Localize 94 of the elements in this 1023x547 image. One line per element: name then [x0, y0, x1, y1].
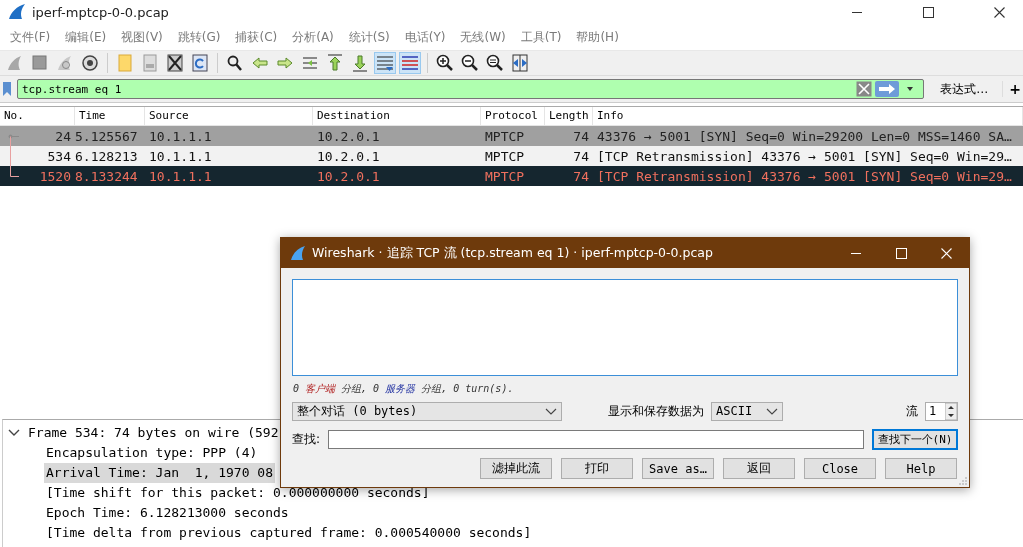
display-filter-field[interactable]: tcp.stream eq 1 [17, 79, 925, 99]
table-cell-text: 74 [572, 128, 590, 144]
tree-item[interactable]: Encapsulation type: PPP (4) [44, 443, 260, 463]
tree-item[interactable]: Epoch Time: 6.128213000 seconds [44, 503, 291, 523]
find-label: 查找: [292, 430, 321, 448]
dialog-button[interactable]: Save as… [642, 458, 714, 479]
shark-fin-icon [8, 3, 26, 21]
column-header[interactable]: Info [593, 107, 1023, 125]
stream-label: 流 [906, 402, 918, 420]
table-cell-text: 74 [572, 168, 590, 184]
menu-item[interactable]: 文件(F) [2, 28, 58, 46]
toolbar-button[interactable] [164, 52, 186, 74]
reload-icon [190, 53, 210, 73]
clear-icon[interactable] [856, 81, 873, 97]
menu-item[interactable]: 无线(W) [452, 28, 513, 46]
resize-columns-icon [510, 53, 530, 73]
stream-spinbox[interactable]: 1 [925, 401, 958, 421]
dialog-button[interactable]: Help [885, 458, 957, 479]
table-cell-text: 10.2.0.1 [316, 168, 381, 184]
table-cell-text: 10.1.1.1 [148, 148, 213, 164]
table-cell: 24 [55, 128, 71, 144]
menu-item[interactable]: 工具(T) [512, 28, 569, 46]
table-cell-text: MPTCP [484, 128, 526, 144]
packet-row[interactable]: 534 6.128213 10.1.1.1 10.2.0.1 MPTCP 74 [TCP Retransmission] 43376 → 5001 [SYN] Seq=0 Win=29… [0, 146, 1023, 166]
dropdown-caret-icon [766, 407, 778, 415]
zoom-in-icon [435, 53, 455, 73]
dialog-button[interactable]: 滤掉此流 [480, 458, 552, 479]
shark-fin-icon [290, 245, 306, 261]
menu-item[interactable]: 分析(A) [284, 28, 341, 46]
table-cell-text: 74 [572, 148, 590, 164]
format-dropdown[interactable]: ASCII [711, 401, 783, 421]
column-header[interactable]: Protocol [481, 107, 545, 125]
table-cell-text: 8.133244 [75, 168, 139, 184]
folder-icon [115, 53, 135, 73]
down-arrow-icon [350, 53, 370, 73]
table-cell-text: [TCP Retransmission] 43376 → 5001 [SYN] Seq=0 Win=29… [596, 168, 1013, 184]
table-cell-text: 5.125567 [75, 128, 139, 144]
find-field[interactable] [328, 429, 864, 449]
dropdown-caret-icon [545, 407, 557, 415]
menu-item[interactable]: 视图(V) [113, 28, 170, 46]
column-header[interactable]: Length [545, 107, 593, 125]
column-header[interactable]: Time [75, 107, 145, 125]
table-cell: 534 [47, 148, 71, 164]
table-cell-text: [TCP Retransmission] 43376 → 5001 [SYN] Seq=0 Win=29… [596, 148, 1013, 164]
table-cell-text: 43376 → 5001 [SYN] Seq=0 Win=29200 Len=0 MSS=1460 SA… [596, 128, 1013, 144]
column-header[interactable]: No. [0, 107, 75, 125]
menu-item[interactable]: 跳转(G) [169, 28, 228, 46]
summary-text: 0 客户端 分组, 0 服务器 分组, 0 turn(s). [293, 383, 514, 394]
close-file-icon [165, 53, 185, 73]
menu-item[interactable]: 捕获(C) [227, 28, 285, 46]
autoscroll-icon [375, 53, 395, 73]
menu-item[interactable]: 编辑(E) [57, 28, 114, 46]
colorize-icon [400, 53, 420, 73]
column-header[interactable]: Source [145, 107, 313, 125]
conversation-line-icon [8, 134, 19, 177]
dialog-title: Wireshark · 追踪 TCP 流 (tcp.stream eq 1) · iperf-mptcp-0-0.pcap [312, 244, 714, 262]
tree-item[interactable]: [Time shift for this packet: 0.000000000 seconds] [44, 483, 432, 503]
close-icon[interactable] [994, 6, 1005, 18]
add-button[interactable]: + [1002, 81, 1021, 97]
tree-item[interactable]: [Time delta from previous captured frame: 0.000540000 seconds] [44, 523, 534, 543]
packet-row[interactable]: 24 5.125567 10.1.1.1 10.2.0.1 MPTCP 74 43376 → 5001 [SYN] Seq=0 Win=29200 Len=0 MSS=1460 SA… [0, 126, 1023, 146]
table-cell-text: 6.128213 [75, 148, 139, 164]
stream-text-area[interactable] [292, 279, 958, 376]
zoom-reset-icon [485, 53, 505, 73]
dialog-button[interactable]: 打印 [561, 458, 633, 479]
table-cell-text: 10.1.1.1 [148, 128, 213, 144]
table-cell-text: 10.2.0.1 [316, 148, 381, 164]
expression-button[interactable]: 表达式… [930, 80, 997, 98]
conversation-dropdown[interactable]: 整个对话 (0 bytes) [292, 401, 562, 421]
menu-item[interactable]: 统计(S) [340, 28, 397, 46]
search-icon [225, 53, 245, 73]
dialog-button[interactable]: 返回 [723, 458, 795, 479]
stop-icon [30, 53, 50, 73]
bookmark-icon[interactable] [3, 82, 11, 96]
table-cell: 1520 [39, 168, 71, 184]
table-cell-text: MPTCP [484, 148, 526, 164]
tree-item[interactable]: Arrival Time: Jan 1, 1970 08 [44, 463, 275, 483]
up-arrow-icon [325, 53, 345, 73]
menu-item[interactable]: 帮助(H) [568, 28, 626, 46]
table-cell-text: MPTCP [484, 168, 526, 184]
dialog-button[interactable]: Close [804, 458, 876, 479]
window-title: iperf-mptcp-0-0.pcap [32, 4, 170, 20]
maximize-icon[interactable] [923, 6, 934, 18]
column-header[interactable]: Destination [313, 107, 481, 125]
zoom-out-icon [460, 53, 480, 73]
resize-grip-icon[interactable] [959, 477, 967, 485]
show-as-label: 显示和保存数据为 [608, 402, 704, 420]
menu-item[interactable]: 电话(Y) [396, 28, 453, 46]
packet-row[interactable]: 1520 8.133244 10.1.1.1 10.2.0.1 MPTCP 74 [TCP Retransmission] 43376 → 5001 [SYN] Seq=0 Win=29… [0, 166, 1023, 186]
find-next-button[interactable]: 查找下一个(N) [872, 428, 958, 450]
table-cell-text: 10.2.0.1 [316, 128, 381, 144]
spin-arrows-icon[interactable] [945, 402, 957, 420]
tree-item[interactable]: Frame 534: 74 bytes on wire (592 [26, 423, 281, 443]
table-cell-text: 10.1.1.1 [148, 168, 213, 184]
